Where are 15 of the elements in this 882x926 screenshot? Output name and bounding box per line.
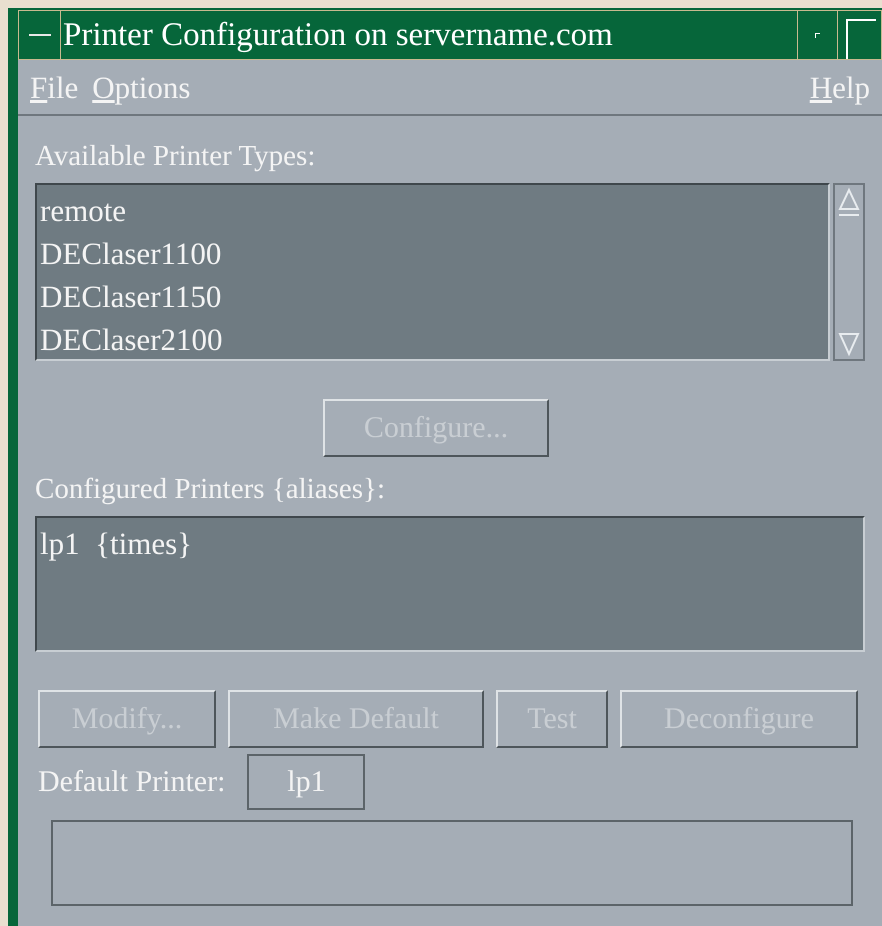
menu-item[interactable]: File <box>30 72 78 102</box>
list-item[interactable]: DEClaser1100 <box>40 232 222 275</box>
list-label: Available Printer Types: <box>35 142 316 171</box>
list-item[interactable]: DEClaser2100 <box>40 318 223 361</box>
list-label: Configured Printers {aliases}: <box>35 475 386 504</box>
list-item[interactable]: lp1 {times} <box>40 522 192 565</box>
default-printer-label: Default Printer: <box>38 767 226 797</box>
menu-item[interactable]: Options <box>92 72 190 102</box>
list-item[interactable]: remote <box>40 189 126 232</box>
printer-types-list[interactable]: remote DEClaser1100 DEClaser1150 DEClaser2100 <box>35 183 830 361</box>
menu-item[interactable]: Help <box>810 72 870 102</box>
list-item[interactable]: DEClaser1150 <box>40 275 222 318</box>
window-title: Printer Configuration on servername.com <box>62 16 614 54</box>
configured-printers-list[interactable]: lp1 {times} <box>35 516 865 652</box>
default-printer-value: lp1 <box>247 754 366 810</box>
